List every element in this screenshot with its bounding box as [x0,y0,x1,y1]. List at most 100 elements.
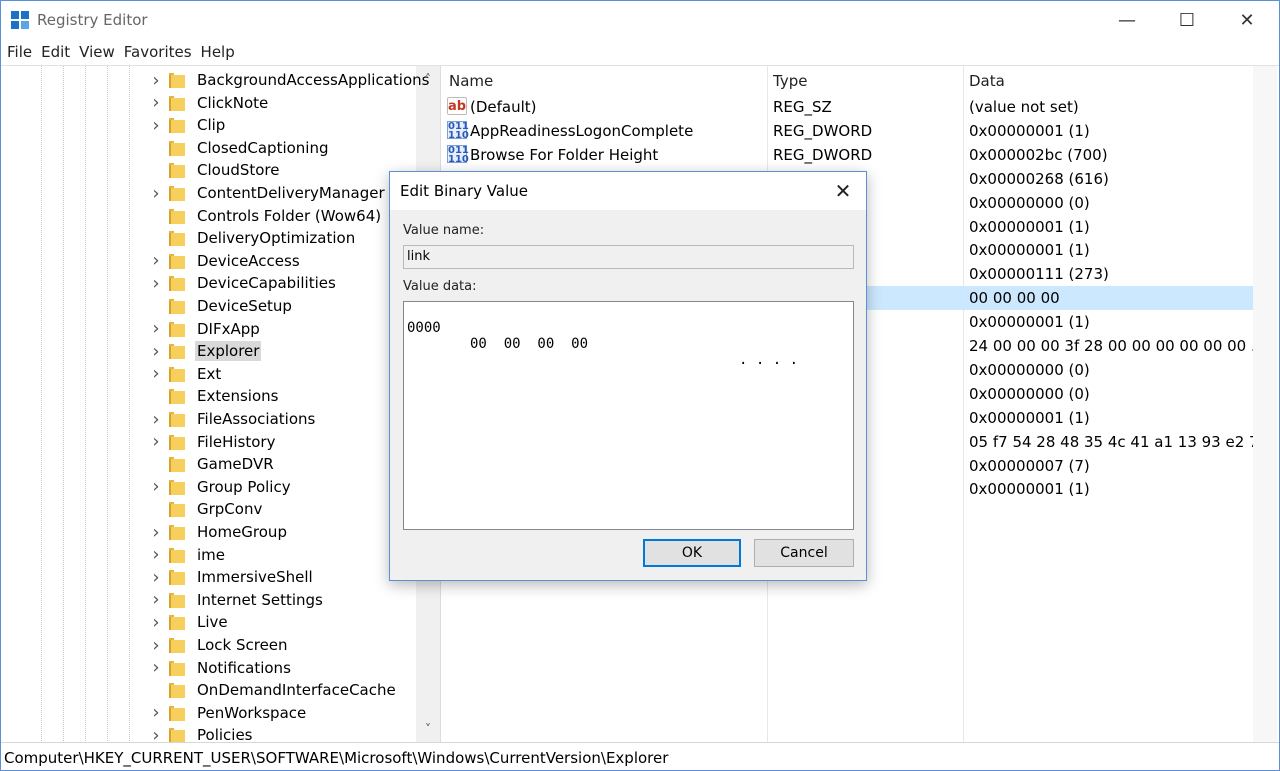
tree-item[interactable]: OnDemandInterfaceCache [147,679,398,701]
cell-name: AppReadinessLogonComplete [470,121,694,140]
cell-data: 24 00 00 00 3f 28 00 00 00 00 00 00 ... [969,337,1266,355]
table-row[interactable]: ab (Default) REG_SZ (value not set) [443,95,1253,119]
value-data-hex-editor[interactable]: 0000 00 00 00 00 . . . . [403,301,854,530]
tree-item[interactable]: › FileHistory [147,431,277,453]
ok-button[interactable]: OK [643,539,741,567]
value-name-field[interactable]: link [403,245,854,269]
chevron-right-icon[interactable]: › [147,363,165,384]
folder-icon [169,614,185,631]
menu-view[interactable]: View [76,41,118,65]
tree-item-label: Live [197,613,228,632]
chevron-right-icon[interactable]: › [147,522,165,543]
key-tree-pane[interactable]: ˄ ˅ › BackgroundAccessApplications › ClickN… [1,66,441,743]
tree-item[interactable]: › ime [147,544,227,566]
tree-item[interactable]: › Notifications [147,657,293,679]
menu-file[interactable]: File [4,41,35,65]
tree-item[interactable]: › Clip [147,114,227,136]
chevron-right-icon[interactable]: › [147,250,165,271]
close-icon[interactable]: ✕ [828,176,858,206]
tree-item[interactable]: DeviceSetup [147,295,294,317]
folder-icon [169,117,185,134]
folder-icon [169,660,185,676]
chevron-right-icon[interactable]: › [147,341,165,362]
close-window-button[interactable]: ✕ [1217,1,1277,39]
tree-item-label: FileHistory [197,432,276,451]
chevron-right-icon[interactable]: › [147,544,165,565]
column-header-name[interactable]: Name [449,72,493,90]
folder-icon [169,434,185,450]
chevron-right-icon[interactable]: › [147,70,165,91]
dialog-title: Edit Binary Value [400,182,528,200]
tree-item[interactable]: › DIFxApp [147,318,262,340]
tree-item[interactable]: › ContentDeliveryManager [147,182,387,204]
table-row[interactable]: 011 110 Browse For Folder Height REG_DWORD 0… [443,143,1253,167]
tree-item-label: Extensions [197,387,279,406]
column-header-data[interactable]: Data [969,72,1005,90]
folder-icon [169,411,185,427]
tree-item-label: DeviceSetup [197,297,292,315]
tree-item[interactable]: › Live [147,611,230,633]
chevron-right-icon[interactable]: › [147,657,165,678]
hex-bytes[interactable]: 00 00 00 00 [470,336,588,352]
tree-item[interactable]: › DeviceAccess [147,250,302,272]
cell-data: 0x00000001 (1) [969,313,1090,332]
menu-favorites[interactable]: Favorites [121,41,195,65]
maximize-button[interactable]: ☐ [1157,1,1217,39]
hex-ascii[interactable]: . . . . [739,352,798,368]
tree-item[interactable]: › BackgroundAccessApplications [147,69,431,91]
tree-item[interactable]: › FileAssociations [147,408,317,430]
tree-item[interactable]: › DeviceCapabilities [147,272,338,294]
folder-icon [169,298,185,314]
tree-item[interactable]: GameDVR [147,453,276,475]
chevron-right-icon[interactable]: › [147,702,165,723]
folder-icon [169,524,185,540]
tree-item[interactable]: › PenWorkspace [147,702,308,724]
chevron-right-icon[interactable]: › [147,183,165,204]
tree-item[interactable]: › Lock Screen [147,634,290,656]
tree-item[interactable]: CloudStore [147,159,282,181]
tree-item[interactable]: › Explorer [147,340,262,362]
menu-help[interactable]: Help [198,41,238,65]
minimize-button[interactable]: — [1097,1,1157,39]
chevron-right-icon[interactable]: › [147,567,165,588]
tree-item[interactable]: › ImmersiveShell [147,566,315,588]
chevron-right-icon[interactable]: › [147,589,165,610]
tree-item[interactable]: Controls Folder (Wow64) [147,205,383,227]
folder-icon [169,727,185,743]
tree-item[interactable]: › Group Policy [147,476,293,498]
tree-item-label: Policies [197,726,253,743]
column-header-type[interactable]: Type [773,72,807,90]
tree-item-label: ClosedCaptioning [197,138,329,157]
chevron-right-icon[interactable]: › [147,409,165,430]
folder-icon [169,72,185,88]
table-row[interactable]: 011 110 AppReadinessLogonComplete REG_DWORD… [443,119,1253,143]
tree-item[interactable]: › ClickNote [147,92,270,114]
dword-value-icon: 011 110 [447,144,469,165]
tree-item[interactable]: › Policies [147,724,254,743]
chevron-right-icon[interactable]: › [147,612,165,633]
tree-item-label: Ext [197,364,222,383]
tree-item-label: Explorer [195,341,262,362]
tree-item[interactable]: › HomeGroup [147,521,289,543]
tree-item[interactable]: › Ext [147,363,223,385]
tree-item[interactable]: DeliveryOptimization [147,227,357,249]
menu-edit[interactable]: Edit [38,41,73,65]
tree-item[interactable]: › Internet Settings [147,589,325,611]
cancel-button[interactable]: Cancel [754,539,854,567]
chevron-right-icon[interactable]: › [147,431,165,452]
list-scrollbar[interactable] [1253,66,1277,743]
tree-item[interactable]: GrpConv [147,498,264,520]
chevron-right-icon[interactable]: › [147,725,165,743]
scroll-down-arrow-icon[interactable]: ˅ [416,718,440,740]
chevron-right-icon[interactable]: › [147,273,165,294]
chevron-right-icon[interactable]: › [147,92,165,113]
chevron-right-icon[interactable]: › [147,476,165,497]
chevron-right-icon[interactable]: › [147,318,165,339]
tree-item-label: GrpConv [197,500,263,519]
tree-item[interactable]: ClosedCaptioning [147,137,331,159]
tree-item[interactable]: Extensions [147,385,280,407]
chevron-right-icon[interactable]: › [147,115,165,136]
edit-binary-value-dialog: Edit Binary Value ✕ Value name: link Val… [389,171,867,581]
chevron-right-icon[interactable]: › [147,635,165,656]
tree-item-label: Internet Settings [197,590,323,609]
